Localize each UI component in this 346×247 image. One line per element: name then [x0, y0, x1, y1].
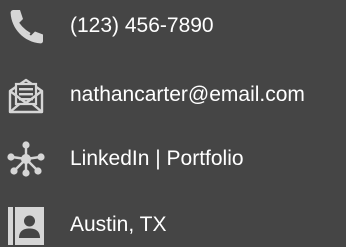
envelope-icon [6, 75, 46, 115]
phone-number-text[interactable]: (123) 456-7890 [70, 14, 214, 38]
contact-email-row: nathancarter@email.com [0, 73, 346, 117]
contact-card-icon [6, 205, 46, 245]
contact-location-row: Austin, TX [0, 203, 346, 247]
phone-icon [6, 6, 46, 46]
network-icon [6, 139, 46, 179]
contact-links-row: LinkedIn | Portfolio [0, 137, 346, 181]
contact-list: (123) 456-7890 nathancarter@email.com Li… [0, 0, 346, 247]
email-address-text[interactable]: nathancarter@email.com [70, 83, 305, 107]
location-text: Austin, TX [70, 213, 167, 236]
contact-phone-row: (123) 456-7890 [0, 4, 346, 48]
links-text[interactable]: LinkedIn | Portfolio [70, 147, 244, 171]
